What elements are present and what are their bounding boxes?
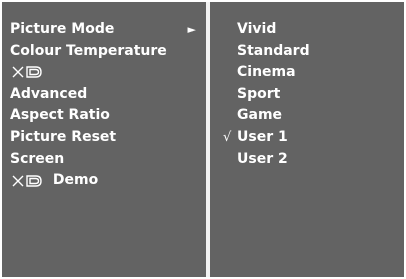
menu-item-picture-reset[interactable]: Picture Reset — [2, 127, 206, 149]
option-label: User 1 — [237, 128, 288, 145]
option-user-2[interactable]: User 2 — [210, 149, 404, 171]
menu-item-picture-mode[interactable]: Picture Mode ► — [2, 19, 206, 41]
menu-item-label: Picture Reset — [10, 128, 117, 145]
xd-logo-icon — [12, 66, 42, 78]
menu-item-xd[interactable] — [2, 62, 206, 84]
option-user-1[interactable]: √ User 1 — [210, 127, 404, 149]
xd-logo-icon — [12, 175, 42, 187]
option-label: User 2 — [237, 150, 288, 167]
menu-item-label: Advanced — [10, 85, 88, 102]
option-standard[interactable]: Standard — [210, 41, 404, 63]
picture-menu-osd: Picture Mode ► Colour Temperature Advanc… — [2, 2, 404, 277]
main-menu-panel: Picture Mode ► Colour Temperature Advanc… — [2, 2, 206, 277]
submenu-arrow-icon: ► — [187, 23, 196, 36]
option-game[interactable]: Game — [210, 105, 404, 127]
main-menu-list: Picture Mode ► Colour Temperature Advanc… — [2, 19, 206, 192]
menu-item-colour-temperature[interactable]: Colour Temperature — [2, 41, 206, 63]
menu-item-label: Screen — [10, 150, 65, 167]
menu-item-label: Picture Mode — [10, 21, 115, 37]
option-sport[interactable]: Sport — [210, 84, 404, 106]
picture-mode-options: Vivid Standard Cinema Sport Game √ User … — [210, 19, 404, 170]
menu-item-label: Aspect Ratio — [10, 107, 110, 124]
menu-item-xd-demo[interactable]: Demo — [2, 170, 206, 192]
option-label: Standard — [237, 42, 310, 59]
option-label: Game — [237, 107, 283, 124]
option-vivid[interactable]: Vivid — [210, 19, 404, 41]
menu-item-screen[interactable]: Screen — [2, 149, 206, 171]
option-label: Sport — [237, 85, 281, 102]
option-cinema[interactable]: Cinema — [210, 62, 404, 84]
menu-item-label: Colour Temperature — [10, 42, 167, 59]
menu-item-label: Demo — [52, 172, 99, 189]
menu-item-advanced[interactable]: Advanced — [2, 84, 206, 106]
picture-mode-submenu: Vivid Standard Cinema Sport Game √ User … — [210, 2, 404, 277]
check-mark-icon: √ — [223, 129, 232, 145]
option-label: Cinema — [237, 64, 296, 81]
menu-item-aspect-ratio[interactable]: Aspect Ratio — [2, 105, 206, 127]
option-label: Vivid — [237, 21, 277, 37]
